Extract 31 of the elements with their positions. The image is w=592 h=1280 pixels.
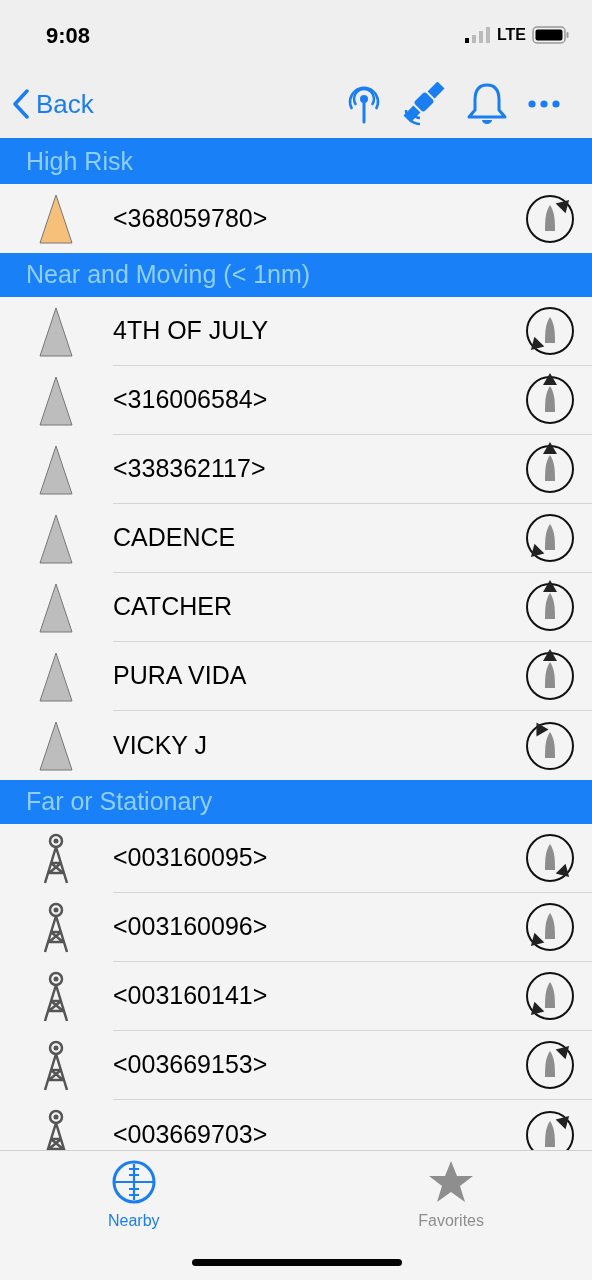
- vessel-name: <003669703>: [113, 1118, 268, 1150]
- vessel-name: <003160095>: [113, 842, 268, 874]
- section-title: High Risk: [26, 146, 133, 178]
- vessel-name: 4TH OF JULY: [113, 315, 269, 347]
- battery-icon: [532, 26, 570, 44]
- signal-icon: [464, 27, 491, 43]
- vessel-name: <368059780>: [113, 202, 268, 234]
- section-title: Near and Moving (< 1nm): [26, 259, 311, 291]
- vessel-name: <003669153>: [113, 1049, 268, 1081]
- vessel-name: <003160096>: [113, 911, 268, 943]
- vessel-name: CADENCE: [113, 522, 236, 554]
- chevron-icon: [12, 89, 30, 119]
- tower-icon: [42, 1039, 70, 1092]
- tab-button[interactable]: Nearby: [108, 1159, 160, 1233]
- crosshair-icon: [110, 1159, 157, 1205]
- vessel-name: PURA VIDA: [113, 660, 247, 692]
- vessel-name: <316006584>: [113, 384, 268, 416]
- tower-icon: [42, 901, 70, 954]
- antenna-icon[interactable]: [348, 84, 380, 124]
- status-time: 9:08: [46, 21, 91, 50]
- star-icon: [428, 1159, 475, 1205]
- vessel-name: <338362117>: [113, 453, 266, 485]
- more-icon[interactable]: [528, 100, 560, 108]
- tower-icon: [42, 970, 70, 1023]
- vessel-name: CATCHER: [113, 591, 232, 623]
- network-label: LTE: [496, 25, 526, 45]
- section-title: Far or Stationary: [26, 786, 213, 818]
- vessel-name: <003160141>: [113, 980, 268, 1012]
- vessel-name: VICKY J: [113, 729, 208, 761]
- bell-icon[interactable]: [466, 82, 508, 126]
- tower-icon: [42, 832, 70, 885]
